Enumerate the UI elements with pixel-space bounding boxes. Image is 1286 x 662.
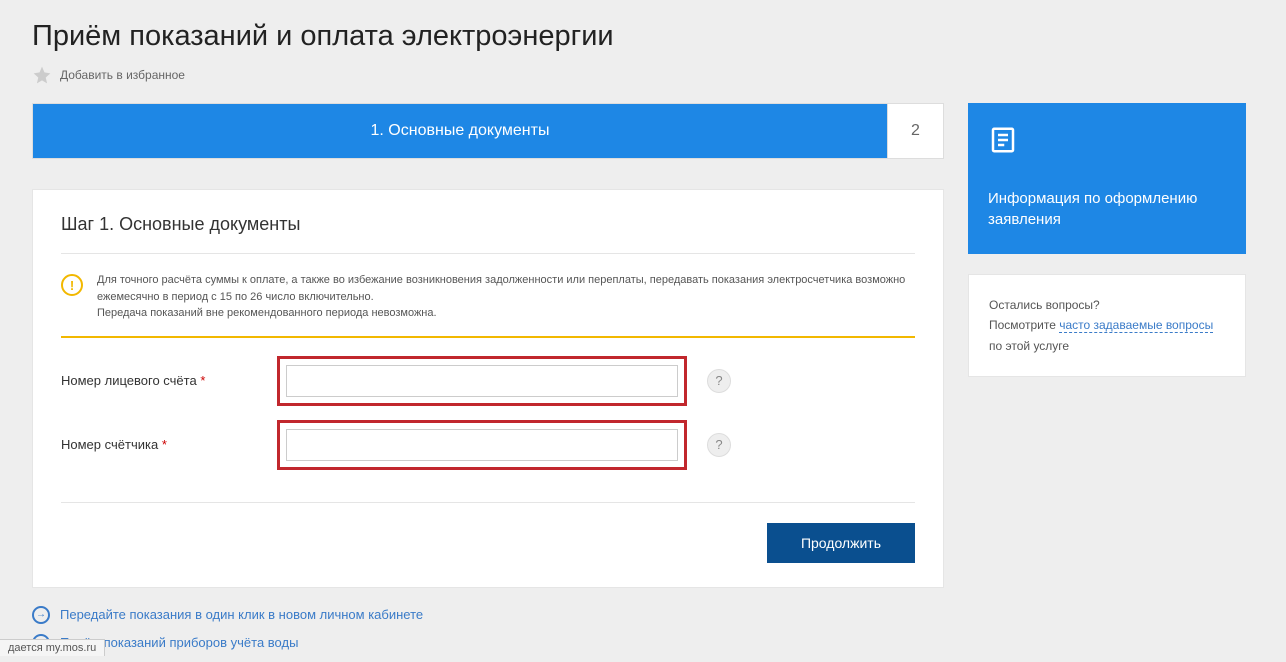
faq-suffix: по этой услуге <box>989 339 1069 353</box>
status-bar: дается my.mos.ru <box>0 639 105 656</box>
step-2[interactable]: 2 <box>887 104 943 158</box>
faq-card: Остались вопросы? Посмотрите часто задав… <box>968 274 1246 377</box>
stepper: 1. Основные документы 2 <box>32 103 944 159</box>
bottom-link-text: Передайте показания в один клик в новом … <box>60 607 423 622</box>
faq-question: Остались вопросы? <box>989 295 1225 315</box>
document-icon <box>988 125 1018 155</box>
field-label-account: Номер лицевого счёта * <box>61 373 277 388</box>
step-1[interactable]: 1. Основные документы <box>33 104 887 158</box>
info-card: Информация по оформлению заявления <box>968 103 1246 254</box>
input-highlight <box>277 356 687 406</box>
notice-text: Для точного расчёта суммы к оплате, а та… <box>97 272 915 322</box>
bottom-link-1[interactable]: → Передайте показания в один клик в ново… <box>32 606 944 624</box>
account-number-input[interactable] <box>286 365 678 397</box>
field-meter-number: Номер счётчика * ? <box>61 410 915 474</box>
star-icon <box>32 65 52 85</box>
add-to-favorites[interactable]: Добавить в избранное <box>32 65 1254 85</box>
field-account-number: Номер лицевого счёта * ? <box>61 338 915 410</box>
help-icon[interactable]: ? <box>707 369 731 393</box>
faq-prefix: Посмотрите <box>989 318 1059 332</box>
faq-link[interactable]: часто задаваемые вопросы <box>1059 318 1213 333</box>
input-highlight <box>277 420 687 470</box>
form-card: Шаг 1. Основные документы ! Для точного … <box>32 189 944 588</box>
field-label-meter: Номер счётчика * <box>61 437 277 452</box>
page-title: Приём показаний и оплата электроэнергии <box>32 20 1254 53</box>
warning-icon: ! <box>61 274 83 296</box>
help-icon[interactable]: ? <box>707 433 731 457</box>
info-title: Информация по оформлению заявления <box>988 188 1226 230</box>
bottom-links: → Передайте показания в один клик в ново… <box>32 606 944 652</box>
meter-number-input[interactable] <box>286 429 678 461</box>
continue-button[interactable]: Продолжить <box>767 523 915 563</box>
notice: ! Для точного расчёта суммы к оплате, а … <box>61 254 915 338</box>
arrow-right-icon: → <box>32 606 50 624</box>
step-heading: Шаг 1. Основные документы <box>61 214 915 254</box>
bottom-link-2[interactable]: → Приём показаний приборов учёта воды <box>32 634 944 652</box>
favorite-label: Добавить в избранное <box>60 68 185 82</box>
